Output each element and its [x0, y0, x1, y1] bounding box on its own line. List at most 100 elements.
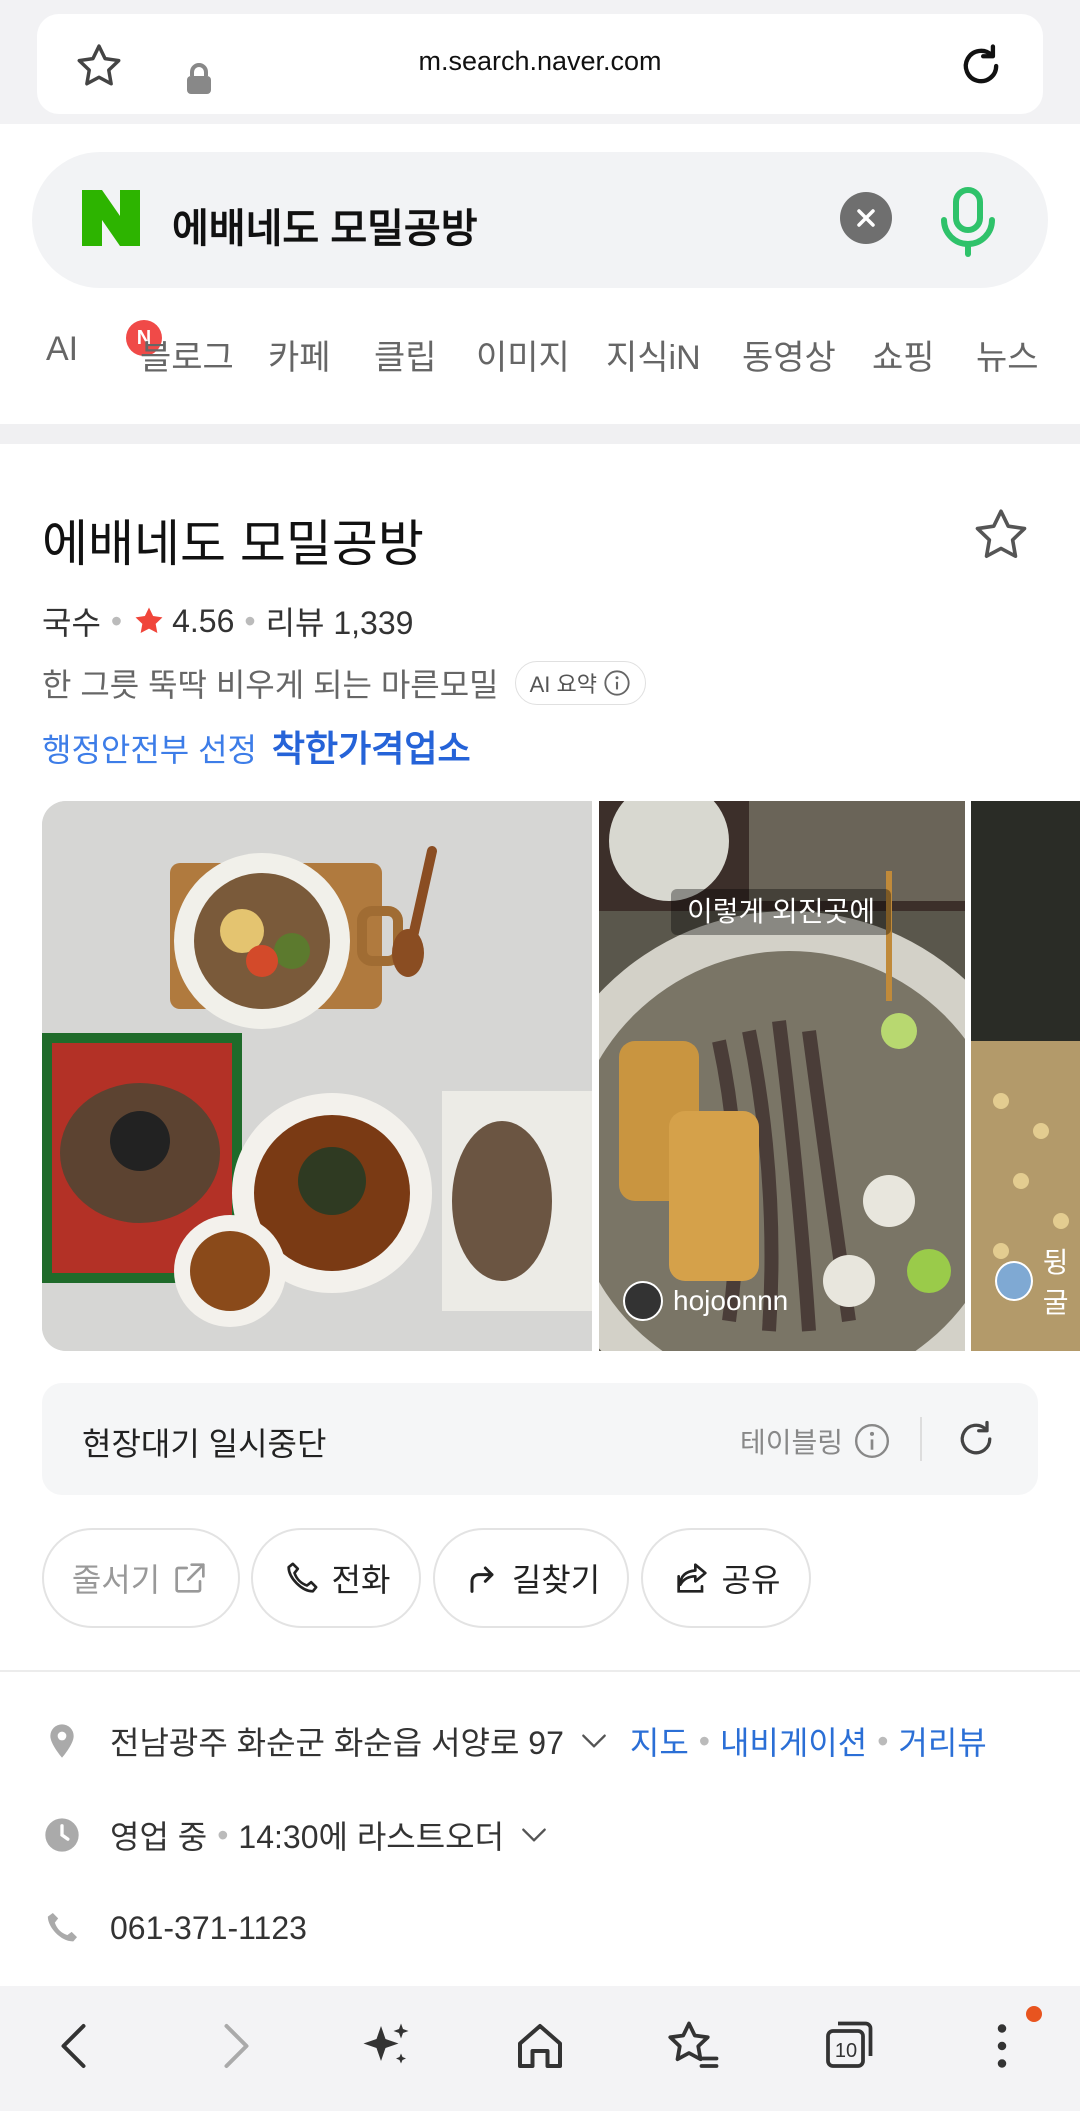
divider [920, 1417, 922, 1461]
separator-dot: • [877, 1722, 889, 1759]
tab-kin[interactable]: 지식iN [606, 330, 701, 379]
section-divider [0, 424, 1080, 444]
address-bar[interactable]: m.search.naver.com [37, 14, 1043, 114]
separator-dot: • [110, 602, 123, 639]
phone-row: 061-371-1123 [42, 1908, 307, 1948]
street-view-link[interactable]: 거리뷰 [898, 1718, 986, 1764]
call-label: 전화 [331, 1562, 391, 1598]
rating-star-icon [135, 607, 163, 634]
tab-blog[interactable]: 블로그 [140, 330, 234, 379]
queue-button[interactable]: 줄서기 [42, 1528, 240, 1628]
food-photo-image [42, 801, 592, 1351]
place-summary: 한 그릇 뚝딱 비우게 되는 마른모밀 AI 요약 [42, 660, 647, 706]
separator-dot: • [244, 602, 256, 639]
tab-news[interactable]: 뉴스 [976, 330, 1039, 379]
hours-status: 영업 중 [110, 1819, 208, 1855]
good-price-store-text: 착한가격업소 [271, 728, 471, 769]
phone-number[interactable]: 061-371-1123 [110, 1910, 307, 1947]
ai-summary-badge[interactable]: AI 요약 [514, 661, 647, 705]
tab-video[interactable]: 동영상 [742, 330, 836, 379]
place-category: 국수 [42, 605, 101, 641]
save-place-star-icon[interactable] [970, 504, 1032, 566]
tableing-info[interactable]: 테이블링 [740, 1421, 891, 1461]
forward-icon[interactable] [204, 2016, 264, 2076]
share-button[interactable]: 공유 [641, 1528, 811, 1628]
ai-summary-label: AI 요약 [529, 672, 598, 697]
last-order-text: 14:30에 라스트오더 [238, 1819, 505, 1855]
info-icon [855, 1423, 890, 1459]
refresh-icon[interactable] [954, 1417, 998, 1461]
photo-author[interactable]: 뒹굴 [995, 1241, 1080, 1321]
call-button[interactable]: 전화 [251, 1528, 421, 1628]
tab-cafe[interactable]: 카페 [268, 330, 331, 379]
phone-icon [47, 1913, 77, 1942]
photo-review-2[interactable]: 뒹굴 [971, 801, 1080, 1351]
tabs-button[interactable]: 10 [818, 2016, 878, 2076]
separator-dot: • [217, 1816, 229, 1853]
url-text[interactable]: m.search.naver.com [37, 46, 1043, 77]
tab-shopping[interactable]: 쇼핑 [872, 330, 935, 379]
place-meta: 국수 • 4.56 • 리뷰 1,339 [42, 598, 413, 644]
map-link[interactable]: 지도 [630, 1718, 689, 1764]
avatar [995, 1261, 1033, 1301]
browser-toolbar: m.search.naver.com [0, 0, 1080, 124]
more-menu-icon[interactable] [972, 2016, 1032, 2076]
microphone-icon[interactable] [936, 186, 1000, 258]
directions-label: 길찾기 [511, 1562, 601, 1598]
photo-carousel[interactable]: 이렇게 외진곳에 hojoonnn 뒹굴 [42, 801, 1080, 1351]
notification-dot [1026, 2006, 1042, 2022]
tab-clip[interactable]: 클립 [374, 330, 437, 379]
tab-image[interactable]: 이미지 [476, 330, 570, 379]
place-title[interactable]: 에배네도 모밀공방 [42, 504, 424, 576]
action-buttons: 줄서기 전화 길찾기 공유 [42, 1528, 1042, 1628]
good-price-label: 행정안전부 선정 착한가격업소 [42, 720, 471, 772]
back-icon[interactable] [46, 2016, 106, 2076]
close-icon [857, 209, 875, 227]
chevron-down-icon[interactable] [518, 1819, 550, 1851]
bookmarks-icon[interactable] [664, 2016, 724, 2076]
chevron-down-icon[interactable] [578, 1725, 610, 1757]
browser-bottom-nav: 10 [0, 1986, 1080, 2111]
home-icon[interactable] [510, 2016, 570, 2076]
ai-sparkle-icon[interactable] [356, 2016, 416, 2076]
summary-text: 한 그릇 뚝딱 비우게 되는 마른모밀 [42, 667, 499, 703]
search-box[interactable]: 에배네도 모밀공방 [32, 152, 1048, 288]
navigation-link[interactable]: 내비게이션 [720, 1718, 867, 1764]
queue-label: 줄서기 [71, 1562, 161, 1598]
tab-ai[interactable]: AI N [46, 320, 162, 369]
avatar [623, 1281, 663, 1321]
reload-icon[interactable] [955, 40, 1007, 92]
naver-logo-icon[interactable] [82, 190, 140, 246]
rating-value: 4.56 [172, 602, 235, 639]
photo-author[interactable]: hojoonnn [623, 1281, 788, 1321]
separator-dot: • [698, 1722, 710, 1759]
photo-main[interactable] [42, 801, 592, 1351]
provider-label: 테이블링 [740, 1427, 844, 1458]
directions-button[interactable]: 길찾기 [433, 1528, 629, 1628]
tab-count: 10 [834, 2040, 858, 2062]
address-row: 전남광주 화순군 화순읍 서양로 97 지도 • 내비게이션 • 거리뷰 [42, 1718, 987, 1764]
hours-row: 영업 중 • 14:30에 라스트오더 [42, 1812, 550, 1858]
share-icon [676, 1563, 707, 1593]
photo-author-name: hojoonnn [673, 1285, 789, 1316]
divider [0, 1670, 1080, 1672]
search-input[interactable]: 에배네도 모밀공방 [172, 196, 478, 254]
photo-caption: 이렇게 외진곳에 [671, 889, 892, 935]
photo-author-name: 뒹굴 [1042, 1247, 1069, 1318]
gov-selected-text: 행정안전부 선정 [42, 732, 257, 768]
address-text[interactable]: 전남광주 화순군 화순읍 서양로 97 [110, 1718, 564, 1764]
waiting-status-panel: 현장대기 일시중단 테이블링 [42, 1383, 1038, 1495]
clear-search-button[interactable] [840, 192, 892, 244]
category-tabs: AI N 블로그 카페 클립 이미지 지식iN 동영상 쇼핑 뉴스 [0, 320, 1080, 390]
share-label: 공유 [721, 1562, 781, 1598]
location-pin-icon [50, 1724, 74, 1758]
phone-icon [286, 1562, 318, 1593]
waiting-status-text: 현장대기 일시중단 [82, 1426, 327, 1462]
external-link-icon [175, 1563, 205, 1593]
info-icon [604, 670, 630, 696]
photo-review[interactable]: 이렇게 외진곳에 hojoonnn [599, 801, 965, 1351]
directions-arrow-icon [470, 1566, 494, 1593]
review-photo-image [599, 801, 965, 1351]
tab-label: AI [46, 330, 79, 368]
review-count[interactable]: 리뷰 1,339 [266, 598, 414, 644]
